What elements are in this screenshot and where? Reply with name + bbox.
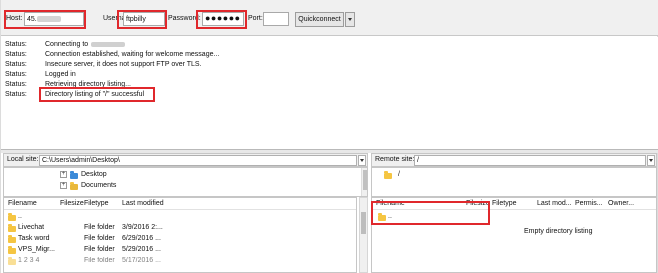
- file-row[interactable]: Task word File folder 6/29/2016 ...: [4, 234, 356, 244]
- log-status-label: Status:: [5, 61, 27, 68]
- log-status-label: Status:: [5, 71, 27, 78]
- tree-item-label: /: [398, 171, 400, 178]
- file-modified: 5/29/2016 ...: [122, 246, 161, 253]
- column-header-owner[interactable]: Owner...: [608, 200, 634, 207]
- file-row[interactable]: Livechat File folder 3/9/2016 2:...: [4, 223, 356, 233]
- port-input[interactable]: [263, 12, 289, 26]
- local-file-list-header: Filename Filesize Filetype Last modified: [4, 198, 356, 210]
- file-row[interactable]: 1 2 3 4 File folder 5/17/2016 ...: [4, 256, 356, 266]
- remote-site-bar: Remote site: /: [371, 153, 657, 167]
- log-status-label: Status:: [5, 51, 27, 58]
- tree-item-label: Desktop: [81, 171, 107, 178]
- folder-icon: [8, 257, 16, 265]
- quickconnect-bar: Host: 45. Username: ftpbilly Password: ●…: [1, 0, 658, 36]
- remote-site-label: Remote site:: [375, 156, 415, 163]
- folder-icon: [8, 246, 16, 254]
- log-status-label: Status:: [5, 91, 27, 98]
- remote-files-highlight-box: [371, 201, 490, 225]
- local-site-path-input[interactable]: C:\Users\admin\Desktop\: [39, 155, 357, 166]
- column-header-last-modified[interactable]: Last modified: [122, 200, 164, 207]
- folder-icon: [8, 213, 16, 221]
- log-status-label: Status:: [5, 81, 27, 88]
- local-directory-tree[interactable]: + Desktop + Documents: [3, 167, 368, 197]
- column-header-filetype[interactable]: Filetype: [492, 200, 517, 207]
- chevron-down-icon: [348, 18, 352, 21]
- remote-site-dropdown[interactable]: [647, 155, 655, 166]
- local-file-list-scrollbar[interactable]: [359, 197, 368, 273]
- expand-icon[interactable]: +: [60, 171, 67, 178]
- column-header-filename[interactable]: Filename: [8, 200, 37, 207]
- local-site-label: Local site:: [7, 156, 39, 163]
- log-message: Logged in: [45, 71, 76, 78]
- local-file-list[interactable]: Filename Filesize Filetype Last modified…: [3, 197, 357, 273]
- empty-directory-message: Empty directory listing: [524, 228, 593, 235]
- file-type: File folder: [84, 235, 115, 242]
- file-name: 1 2 3 4: [18, 257, 40, 264]
- column-header-filetype[interactable]: Filetype: [84, 200, 109, 207]
- folder-icon: [8, 235, 16, 243]
- port-label: Port:: [248, 15, 263, 22]
- username-highlight-box: [117, 10, 167, 29]
- success-message-highlight-box: [39, 87, 155, 102]
- folder-icon: [8, 224, 16, 232]
- scrollbar-thumb[interactable]: [363, 170, 367, 190]
- chevron-down-icon: [360, 159, 364, 162]
- quickconnect-button[interactable]: Quickconnect: [295, 12, 344, 27]
- tree-item-desktop[interactable]: + Desktop: [60, 170, 260, 180]
- scrollbar-thumb[interactable]: [361, 212, 366, 234]
- expand-icon[interactable]: +: [60, 182, 67, 189]
- file-name: ..: [18, 213, 22, 220]
- file-type: File folder: [84, 257, 115, 264]
- address-redaction: [91, 41, 126, 47]
- local-site-bar: Local site: C:\Users\admin\Desktop\: [3, 153, 368, 167]
- log-message: Connection established, waiting for welc…: [45, 51, 220, 58]
- desktop-folder-icon: [70, 171, 78, 179]
- chevron-down-icon: [649, 159, 653, 162]
- documents-folder-icon: [70, 182, 78, 190]
- tree-item-documents[interactable]: + Documents: [60, 181, 260, 191]
- remote-directory-tree[interactable]: /: [371, 167, 657, 197]
- file-name: Livechat: [18, 224, 45, 231]
- file-name: Task word: [18, 235, 50, 242]
- quickconnect-dropdown-button[interactable]: [345, 12, 355, 27]
- file-modified: 6/29/2016 ...: [122, 235, 161, 242]
- log-message: Insecure server, it does not support FTP…: [45, 61, 202, 68]
- local-tree-scrollbar[interactable]: [361, 168, 367, 196]
- host-highlight-box: [4, 10, 86, 29]
- folder-icon: [384, 171, 392, 179]
- remote-site-path-input[interactable]: /: [414, 155, 646, 166]
- tree-item-root[interactable]: /: [380, 170, 480, 180]
- file-type: File folder: [84, 224, 115, 231]
- file-row[interactable]: VPS_Migr... File folder 5/29/2016 ...: [4, 245, 356, 255]
- file-modified: 5/17/2016 ...: [122, 257, 161, 264]
- file-name: VPS_Migr...: [18, 246, 55, 253]
- local-site-dropdown[interactable]: [358, 155, 366, 166]
- file-type: File folder: [84, 246, 115, 253]
- file-row[interactable]: ..: [4, 212, 356, 222]
- tree-item-label: Documents: [81, 182, 117, 189]
- file-modified: 3/9/2016 2:...: [122, 224, 163, 231]
- log-status-label: Status:: [5, 41, 27, 48]
- column-header-last-modified[interactable]: Last mod...: [537, 200, 572, 207]
- password-highlight-box: [196, 10, 247, 29]
- column-header-permissions[interactable]: Permis...: [575, 200, 603, 207]
- column-header-filesize[interactable]: Filesize: [60, 200, 84, 207]
- log-message: Connecting to: [45, 40, 126, 50]
- filezilla-window: Host: 45. Username: ftpbilly Password: ●…: [0, 0, 658, 273]
